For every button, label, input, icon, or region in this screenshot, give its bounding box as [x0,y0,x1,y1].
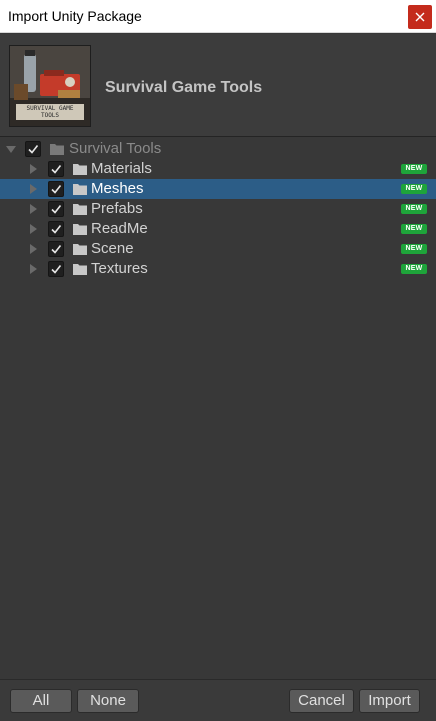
import-button[interactable]: Import [359,689,420,713]
window-title: Import Unity Package [8,8,142,24]
cancel-button[interactable]: Cancel [289,689,354,713]
tree-root-row[interactable]: Survival Tools [0,139,436,159]
root-checkbox[interactable] [25,141,41,157]
import-unity-package-window: Import Unity Package SURVIVAL GAME TOOLS [0,0,436,721]
folder-icon [73,184,87,195]
expand-arrow-icon[interactable] [6,146,16,153]
tree-item-prefabs[interactable]: Prefabs NEW [0,199,436,219]
new-badge: NEW [401,164,427,174]
item-checkbox[interactable] [48,201,64,217]
new-badge: NEW [401,204,427,214]
new-badge: NEW [401,244,427,254]
folder-icon [73,244,87,255]
tree-item-label: Meshes [91,180,144,197]
expand-arrow-icon[interactable] [30,224,37,234]
checkmark-icon [51,185,62,194]
folder-icon [73,224,87,235]
item-checkbox[interactable] [48,241,64,257]
item-checkbox[interactable] [48,261,64,277]
item-checkbox[interactable] [48,161,64,177]
checkmark-icon [51,265,62,274]
title-bar: Import Unity Package [0,0,436,33]
expand-arrow-icon[interactable] [30,184,37,194]
checkmark-icon [28,145,39,154]
tree-item-label: Materials [91,160,152,177]
folder-icon [73,204,87,215]
new-badge: NEW [401,264,427,274]
package-name: Survival Game Tools [105,79,263,96]
tree-item-label: Scene [91,240,134,257]
expand-arrow-icon[interactable] [30,244,37,254]
new-badge: NEW [401,184,427,194]
package-thumbnail: SURVIVAL GAME TOOLS [9,45,91,127]
expand-arrow-icon[interactable] [30,204,37,214]
tree-root-label: Survival Tools [69,140,162,157]
tree-item-meshes[interactable]: Meshes NEW [0,179,436,199]
tree-item-label: Textures [91,260,148,277]
select-none-button[interactable]: None [77,689,139,713]
thumbnail-caption: SURVIVAL GAME TOOLS [26,105,74,119]
footer-bar: All None Cancel Import [0,679,436,721]
folder-icon [73,164,87,175]
item-checkbox[interactable] [48,181,64,197]
checkmark-icon [51,165,62,174]
close-icon [415,12,425,22]
tree-item-materials[interactable]: Materials NEW [0,159,436,179]
select-all-button[interactable]: All [10,689,72,713]
tree-item-readme[interactable]: ReadMe NEW [0,219,436,239]
tree-item-scene[interactable]: Scene NEW [0,239,436,259]
checkmark-icon [51,225,62,234]
tree-item-label: ReadMe [91,220,148,237]
expand-arrow-icon[interactable] [30,164,37,174]
package-header: SURVIVAL GAME TOOLS Survival Game Tools [0,34,436,137]
new-badge: NEW [401,224,427,234]
expand-arrow-icon[interactable] [30,264,37,274]
close-button[interactable] [408,5,432,29]
item-checkbox[interactable] [48,221,64,237]
checkmark-icon [51,245,62,254]
folder-icon [73,264,87,275]
package-tree: Survival Tools Materials NEW Meshes NEW Pref… [0,139,436,679]
folder-icon [50,144,64,155]
tree-item-textures[interactable]: Textures NEW [0,259,436,279]
checkmark-icon [51,205,62,214]
tree-item-label: Prefabs [91,200,143,217]
